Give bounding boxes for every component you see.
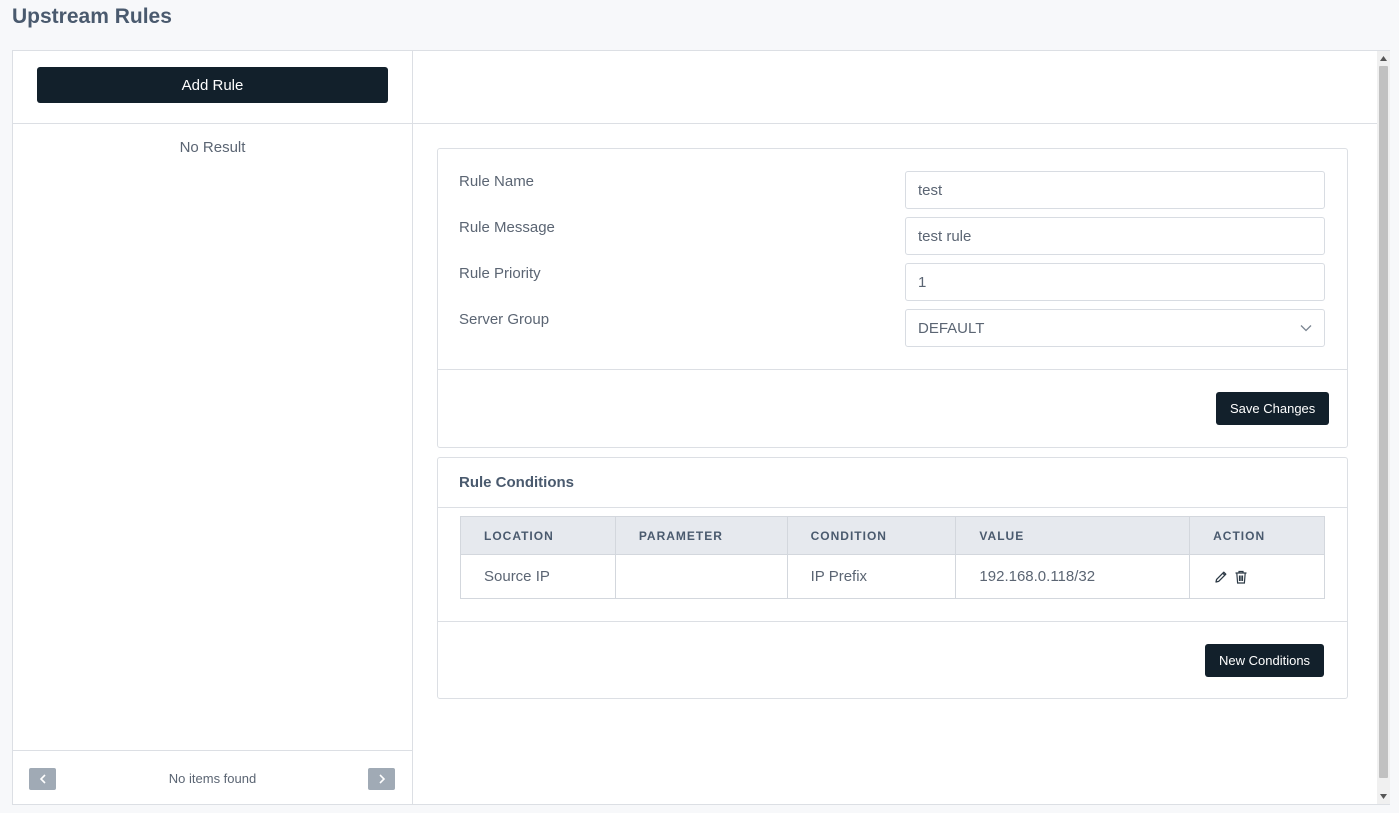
rule-message-label: Rule Message [459, 219, 555, 236]
rule-detail-header [413, 51, 1377, 124]
cell-condition: IP Prefix [786, 554, 957, 599]
pager: No items found [13, 750, 412, 804]
rules-frame: Add Rule No Result No items found Rule N… [12, 50, 1390, 805]
form-divider [438, 369, 1347, 370]
rule-form-card: Rule Name Rule Message Rule Priority Ser… [437, 148, 1348, 448]
rule-message-input[interactable] [905, 217, 1325, 255]
pager-next-button[interactable] [368, 768, 395, 790]
cell-action [1189, 554, 1325, 599]
server-group-select[interactable]: DEFAULT [905, 309, 1325, 347]
cell-value: 192.168.0.118/32 [955, 554, 1191, 599]
conditions-divider [438, 621, 1347, 622]
server-group-row: Server Group DEFAULT [459, 309, 1325, 347]
save-changes-button[interactable]: Save Changes [1216, 392, 1330, 425]
rule-list-header: Add Rule [13, 51, 412, 124]
table-row: Source IP IP Prefix 192.168.0.118/32 [460, 554, 1325, 599]
rule-name-row: Rule Name [459, 171, 1325, 209]
chevron-down-icon [1300, 325, 1312, 332]
rule-list-panel: Add Rule No Result No items found [13, 51, 413, 804]
rule-conditions-title: Rule Conditions [459, 474, 574, 491]
column-header-condition: CONDITION [786, 516, 957, 555]
column-header-location: LOCATION [460, 516, 616, 555]
rule-priority-label: Rule Priority [459, 265, 541, 282]
page-title: Upstream Rules [12, 5, 172, 28]
pager-status: No items found [168, 771, 257, 786]
cell-parameter [614, 554, 788, 599]
server-group-label: Server Group [459, 311, 550, 328]
trash-icon[interactable] [1233, 569, 1249, 585]
scrollbar-thumb[interactable] [1379, 66, 1388, 778]
chevron-right-icon [378, 774, 385, 784]
column-header-parameter: PARAMETER [614, 516, 788, 555]
cell-location: Source IP [460, 554, 616, 599]
conditions-table-header: LOCATION PARAMETER CONDITION VALUE ACTIO… [460, 516, 1325, 555]
rule-message-row: Rule Message [459, 217, 1325, 255]
add-rule-button[interactable]: Add Rule [37, 67, 388, 103]
rule-detail-panel: Rule Name Rule Message Rule Priority Ser… [413, 51, 1377, 804]
pencil-icon[interactable] [1213, 569, 1229, 585]
rule-name-label: Rule Name [459, 173, 535, 190]
column-header-action: ACTION [1189, 516, 1325, 555]
empty-result-text: No Result [179, 139, 246, 156]
scroll-down-icon[interactable] [1377, 790, 1390, 803]
rule-name-input[interactable] [905, 171, 1325, 209]
new-conditions-button[interactable]: New Conditions [1205, 644, 1325, 677]
row-actions [1213, 569, 1324, 585]
server-group-value: DEFAULT [918, 319, 985, 337]
conditions-title-divider [438, 507, 1347, 508]
conditions-table: LOCATION PARAMETER CONDITION VALUE ACTIO… [460, 516, 1325, 599]
rule-conditions-card: Rule Conditions LOCATION PARAMETER CONDI… [437, 457, 1348, 699]
vertical-scrollbar[interactable] [1377, 51, 1390, 804]
scroll-up-icon[interactable] [1377, 52, 1390, 65]
rule-priority-input[interactable] [905, 263, 1325, 301]
column-header-value: VALUE [955, 516, 1191, 555]
rule-priority-row: Rule Priority [459, 263, 1325, 301]
